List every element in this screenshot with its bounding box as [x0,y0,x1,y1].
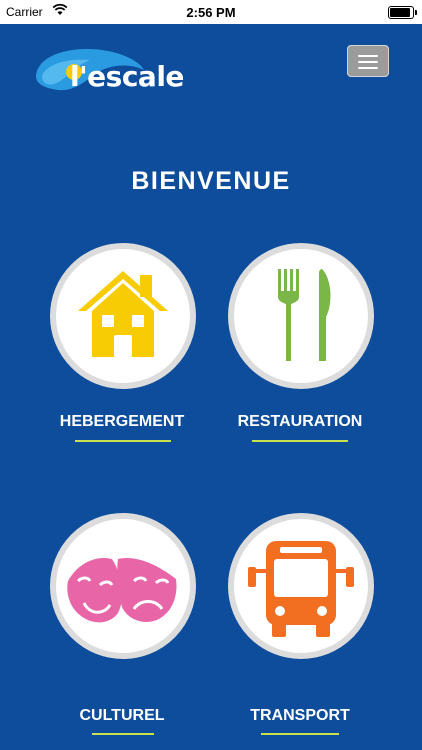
clock: 2:56 PM [186,5,236,20]
logo-text: l'escale [70,60,184,93]
menu-button[interactable] [347,45,389,77]
tile-underline [261,733,339,735]
theater-masks-icon [67,557,177,623]
tile-underline [92,733,154,735]
tile-circle [228,513,374,659]
hamburger-menu-icon [358,55,378,57]
hamburger-line [358,61,378,63]
tile-circle [50,513,196,659]
tile-restauration[interactable]: RESTAURATION [200,243,400,473]
battery-icon [388,6,417,19]
tile-underline [252,440,348,442]
bus-icon [248,541,354,637]
status-bar: Carrier 2:56 PM [0,0,422,24]
app-screen: l'escale BIENVENUE HEBERGEMENT RESTAURAT… [0,24,422,750]
tile-culturel[interactable]: CULTUREL [22,513,222,743]
tile-transport[interactable]: TRANSPORT [200,513,400,743]
tile-label: CULTUREL [79,707,165,724]
tile-hebergement[interactable]: HEBERGEMENT [22,243,222,473]
logo[interactable]: l'escale [32,40,184,96]
tile-circle [228,243,374,389]
fork-knife-icon [278,269,331,361]
tile-circle [50,243,196,389]
page-title: BIENVENUE [131,167,291,195]
house-icon [78,271,168,357]
hamburger-line [358,67,378,69]
tile-underline [75,440,171,442]
tile-label: RESTAURATION [237,413,363,430]
tile-label: HEBERGEMENT [59,413,185,430]
tile-label: TRANSPORT [250,707,350,724]
